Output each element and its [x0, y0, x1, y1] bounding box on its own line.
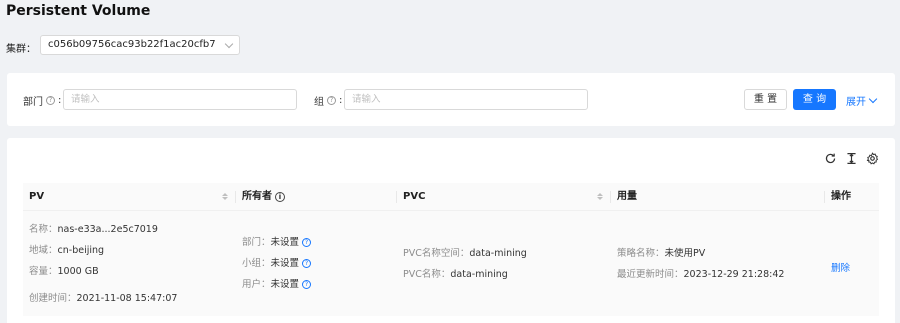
pv-name: 名称：nas-e33a...2e5c7019 [29, 224, 158, 235]
pvc-namespace: PVC名称空间：data-mining [403, 248, 527, 259]
page-title: Persistent Volume [6, 3, 151, 19]
settings-icon[interactable] [866, 152, 879, 165]
table-row: 名称：nas-e33a...2e5c7019 地域：cn-beijing 容量：… [23, 211, 879, 316]
info-icon[interactable]: i [275, 192, 285, 202]
sort-icon[interactable] [222, 193, 228, 200]
reset-button[interactable]: 重 置 [744, 89, 787, 110]
question-icon[interactable]: ? [327, 96, 336, 105]
department-input[interactable]: 请输入 [63, 89, 297, 110]
question-icon[interactable]: ? [302, 259, 312, 268]
department-filter-label: 部门 ? : [23, 95, 62, 108]
column-header-pvc[interactable]: PVC [397, 183, 611, 211]
column-header-owner: 所有者 i [236, 183, 397, 211]
usage-updated-time: 最近更新时间：2023-12-29 21:28:42 [617, 269, 785, 280]
column-header-actions: 操作 [831, 191, 851, 202]
chevron-down-icon [224, 39, 234, 49]
pv-created-time: 创建时间：2021-11-08 15:47:07 [29, 293, 178, 304]
group-filter-label: 组 ? : [314, 95, 343, 108]
cluster-label: 集群： [6, 44, 36, 55]
filter-panel: 部门 ? : 请输入 组 ? : 请输入 重 置 查 询 展开 [7, 73, 895, 126]
query-button[interactable]: 查 询 [793, 89, 836, 110]
delete-link[interactable]: 删除 [831, 260, 850, 274]
pv-capacity: 容量：1000 GB [29, 266, 99, 277]
pv-table-card: PV 所有者 i PVC 用量 操作 名称：nas-e33a...2e5c7019… [7, 138, 895, 323]
owner-group: 小组：未设置? [242, 255, 312, 269]
column-height-icon[interactable] [845, 152, 858, 165]
expand-toggle[interactable]: 展开 [846, 93, 878, 108]
question-icon[interactable]: ? [46, 96, 55, 105]
pvc-name: PVC名称：data-mining [403, 269, 508, 280]
cluster-select[interactable]: c056b09756cac93b22f1ac20cfb7 [40, 35, 240, 55]
column-header-usage: 用量 [611, 183, 825, 211]
group-input[interactable]: 请输入 [344, 89, 588, 110]
table-toolbar [824, 152, 879, 165]
pv-region: 地域：cn-beijing [29, 245, 105, 256]
chevron-down-icon [868, 94, 878, 104]
question-icon[interactable]: ? [302, 280, 312, 289]
cluster-select-value: c056b09756cac93b22f1ac20cfb7 [48, 39, 216, 50]
owner-user: 用户：未设置? [242, 276, 312, 290]
sort-icon[interactable] [597, 193, 603, 200]
question-icon[interactable]: ? [302, 238, 312, 247]
table-header: PV 所有者 i PVC 用量 操作 [23, 183, 879, 211]
usage-policy: 策略名称：未使用PV [617, 248, 706, 259]
column-header-pv[interactable]: PV [23, 183, 236, 211]
refresh-icon[interactable] [824, 152, 837, 165]
owner-department: 部门：未设置? [242, 234, 312, 248]
